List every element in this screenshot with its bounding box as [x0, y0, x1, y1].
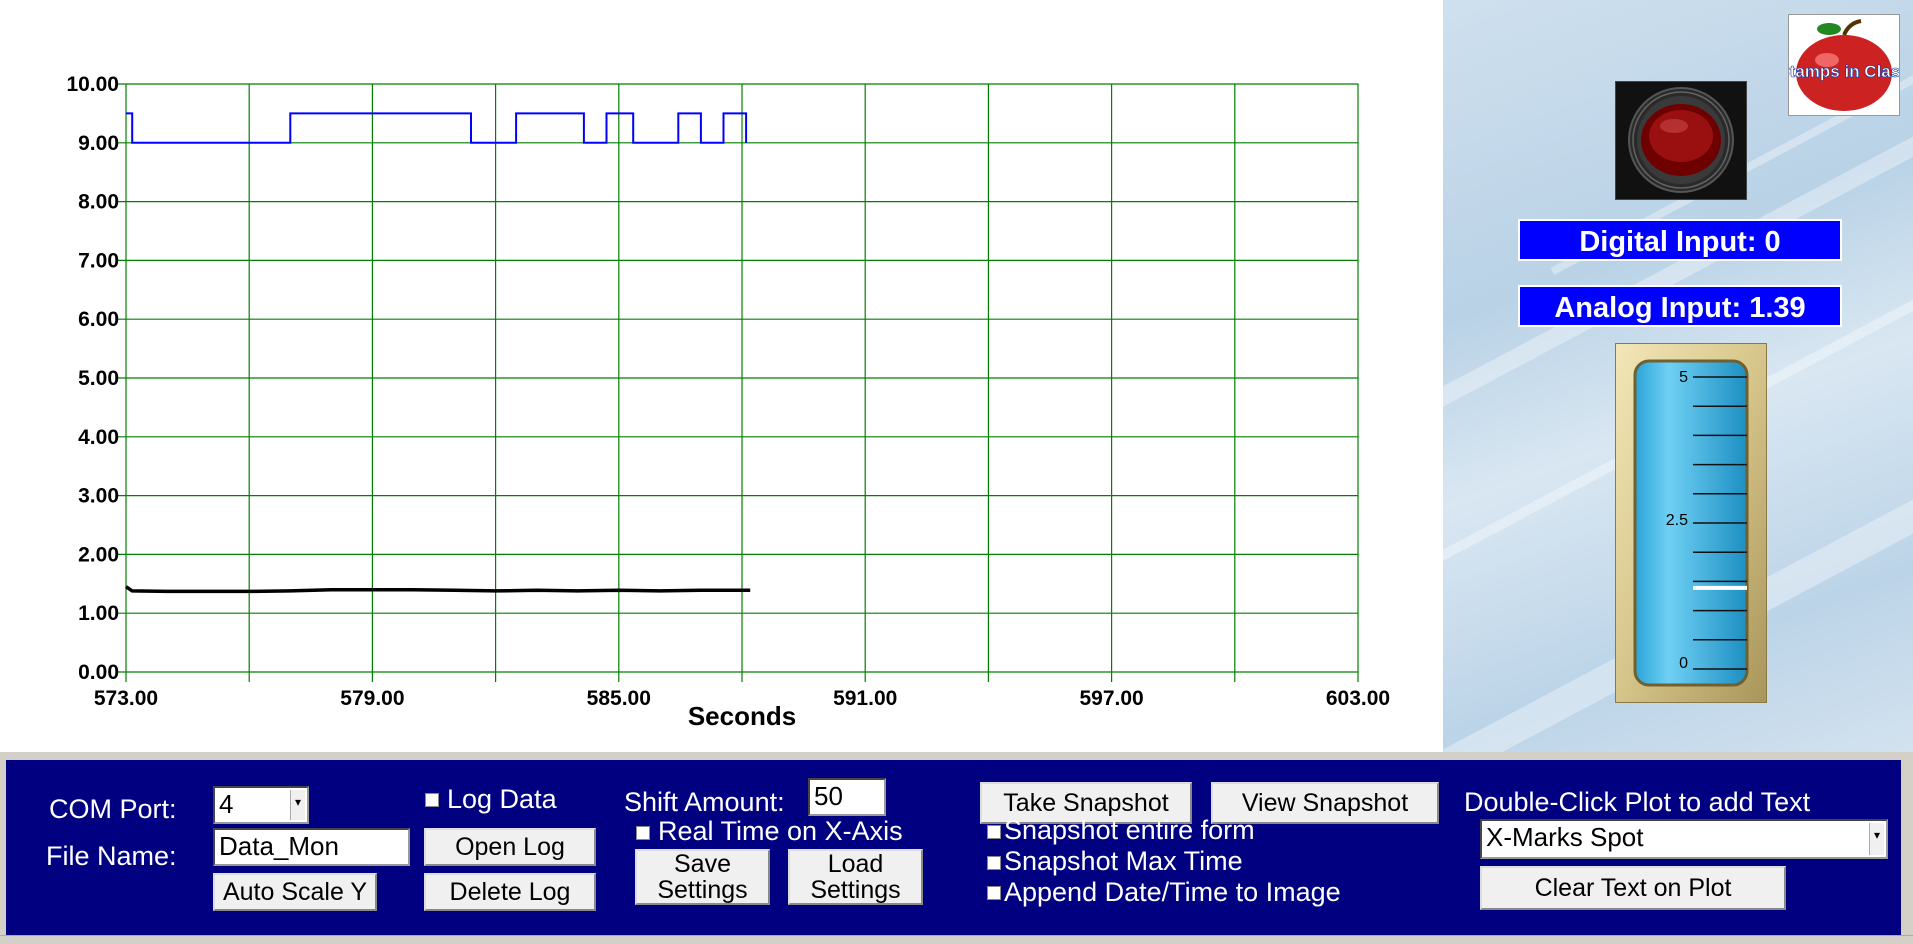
- series-line-1: [126, 112, 748, 144]
- y-tick-label: 7.00: [78, 249, 119, 272]
- plot-text-select[interactable]: X-Marks Spot ▾: [1480, 819, 1888, 859]
- com-port-select[interactable]: 4 ▾: [213, 786, 309, 824]
- chart-axes: 0.00 1.00 2.00 3.00 4.00 5.00 6.00 7.00 8.00 9.00…: [66, 73, 1390, 710]
- y-tick-label: 1.00: [78, 602, 119, 625]
- x-tick-label: 603.00: [1326, 687, 1390, 710]
- delete-log-button[interactable]: Delete Log: [424, 873, 596, 911]
- y-tick-label: 0.00: [78, 661, 119, 684]
- snapshot-entire-checkbox[interactable]: [987, 825, 1001, 839]
- save-settings-button[interactable]: Save Settings: [635, 849, 770, 905]
- y-tick-label: 4.00: [78, 426, 119, 449]
- plot-area[interactable]: 0.00 1.00 2.00 3.00 4.00 5.00 6.00 7.00 8.00 9.00…: [0, 0, 1443, 752]
- analog-gauge: 5 2.5 0: [1614, 342, 1768, 704]
- save-settings-line1: Save: [674, 850, 731, 878]
- save-settings-line2: Settings: [657, 876, 748, 904]
- x-tick-label: 585.00: [587, 687, 651, 710]
- snapshot-max-label: Snapshot Max Time: [1004, 846, 1243, 876]
- digital-input-display: Digital Input: 0: [1518, 219, 1842, 261]
- logo-text: Stamps in Class: [1789, 62, 1899, 81]
- y-tick-label: 8.00: [78, 191, 119, 214]
- shift-amount-field[interactable]: 50: [808, 778, 886, 816]
- snapshot-entire-label: Snapshot entire form: [1004, 815, 1255, 845]
- load-settings-line1: Load: [827, 850, 884, 878]
- x-axis-label: Seconds: [688, 701, 796, 731]
- file-name-label: File Name:: [46, 841, 177, 871]
- x-tick-label: 579.00: [340, 687, 404, 710]
- y-tick-label: 10.00: [66, 73, 119, 96]
- x-tick-label: 597.00: [1079, 687, 1143, 710]
- chevron-down-icon[interactable]: ▾: [290, 790, 305, 820]
- log-data-label: Log Data: [447, 784, 557, 814]
- double-click-hint: Double-Click Plot to add Text: [1464, 787, 1811, 817]
- red-push-button-icon[interactable]: [1615, 81, 1747, 200]
- shift-amount-label: Shift Amount:: [624, 787, 785, 817]
- load-settings-line2: Settings: [810, 876, 901, 904]
- clear-text-button[interactable]: Clear Text on Plot: [1480, 866, 1786, 910]
- snapshot-max-checkbox[interactable]: [987, 856, 1001, 870]
- chevron-down-icon[interactable]: ▾: [1869, 823, 1884, 855]
- real-time-label: Real Time on X-Axis: [658, 816, 903, 846]
- append-date-label: Append Date/Time to Image: [1004, 877, 1341, 907]
- stamps-in-class-logo: Stamps in Class: [1778, 14, 1910, 116]
- x-tick-label: 591.00: [833, 687, 897, 710]
- log-data-checkbox[interactable]: [425, 793, 439, 807]
- series-line-2: [125, 585, 751, 594]
- append-date-checkbox[interactable]: [987, 886, 1001, 900]
- load-settings-button[interactable]: Load Settings: [788, 849, 923, 905]
- y-tick-label: 6.00: [78, 308, 119, 331]
- open-log-button[interactable]: Open Log: [424, 828, 596, 866]
- apple-logo-icon: Stamps in Class: [1778, 19, 1910, 111]
- auto-scale-y-button[interactable]: Auto Scale Y: [213, 873, 377, 911]
- file-name-field[interactable]: Data_Mon: [213, 828, 410, 866]
- plot-text-value: X-Marks Spot: [1486, 822, 1644, 852]
- com-port-label: COM Port:: [49, 794, 177, 824]
- gauge-min-label: 0: [1679, 655, 1688, 672]
- analog-input-display: Analog Input: 1.39: [1518, 285, 1842, 327]
- line-chart[interactable]: 0.00 1.00 2.00 3.00 4.00 5.00 6.00 7.00 8.00 9.00…: [0, 0, 1443, 752]
- gauge-mid-label: 2.5: [1666, 512, 1688, 529]
- com-port-value: 4: [219, 789, 234, 819]
- chart-grid: [118, 83, 1359, 682]
- y-tick-label: 5.00: [78, 367, 119, 390]
- control-panel: COM Port: 4 ▾ File Name: Data_Mon Auto S…: [0, 752, 1913, 935]
- control-panel-body: COM Port: 4 ▾ File Name: Data_Mon Auto S…: [6, 760, 1901, 935]
- x-tick-label: 573.00: [94, 687, 158, 710]
- gauge-max-label: 5: [1679, 369, 1688, 386]
- y-tick-label: 3.00: [78, 485, 119, 508]
- real-time-checkbox[interactable]: [636, 826, 650, 840]
- y-tick-label: 9.00: [78, 132, 119, 155]
- chart-series: [125, 112, 751, 594]
- y-tick-label: 2.00: [78, 543, 119, 566]
